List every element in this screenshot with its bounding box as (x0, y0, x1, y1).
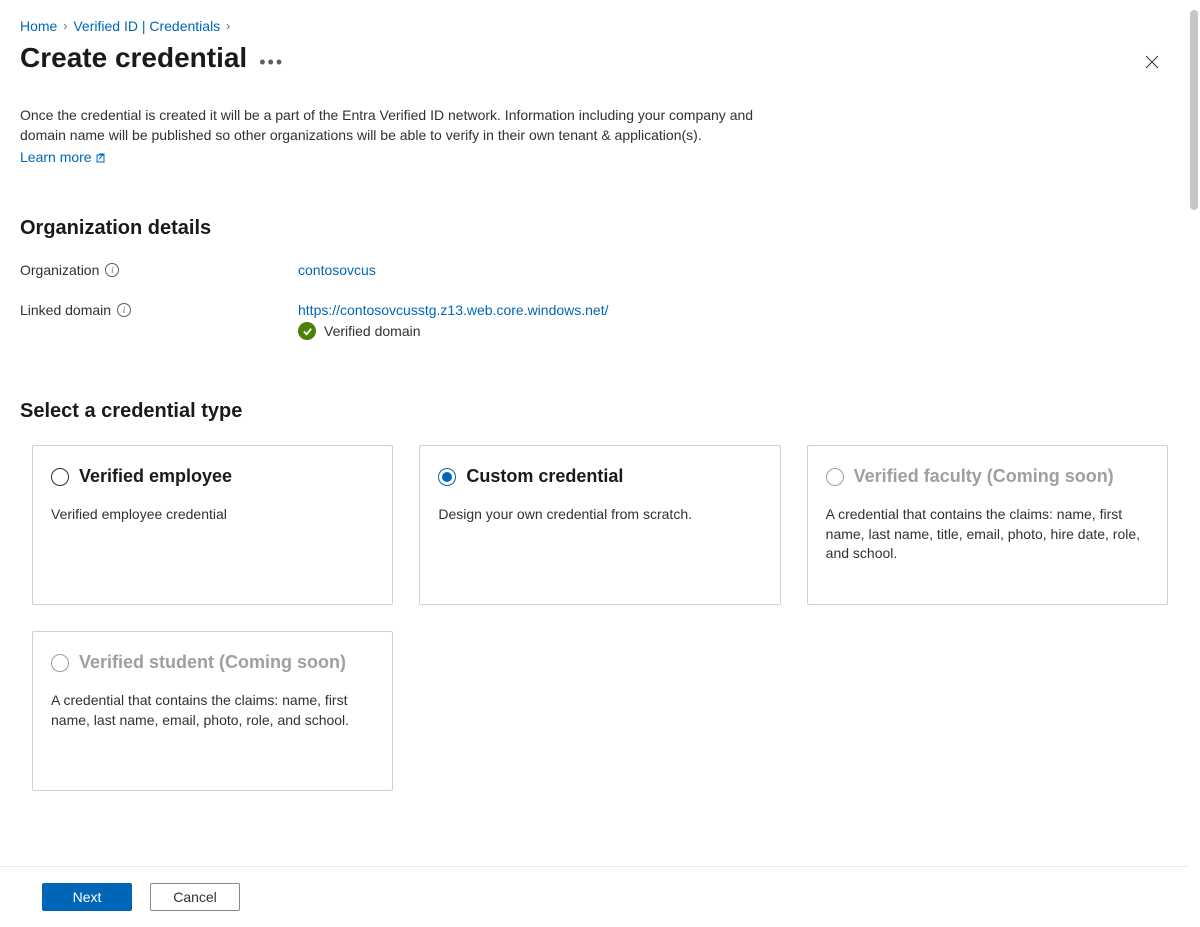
card-desc: Verified employee credential (51, 505, 374, 525)
more-icon[interactable]: ••• (259, 44, 284, 73)
card-desc: Design your own credential from scratch. (438, 505, 761, 525)
chevron-right-icon: › (226, 19, 230, 33)
card-title: Verified faculty (Coming soon) (854, 466, 1114, 487)
info-icon[interactable]: i (117, 303, 131, 317)
breadcrumb-verified-id[interactable]: Verified ID | Credentials (73, 18, 220, 34)
verified-status: Verified domain (298, 322, 1180, 340)
card-title: Custom credential (466, 466, 623, 487)
radio-custom-credential[interactable] (438, 468, 456, 486)
chevron-right-icon: › (63, 19, 67, 33)
card-title: Verified student (Coming soon) (79, 652, 346, 673)
close-button[interactable] (1140, 50, 1164, 74)
org-details-heading: Organization details (20, 217, 1180, 240)
breadcrumb: Home › Verified ID | Credentials › (20, 18, 1180, 34)
card-verified-faculty: Verified faculty (Coming soon) A credent… (807, 445, 1168, 605)
title-row: Create credential ••• (20, 42, 1180, 74)
external-link-icon (96, 151, 108, 163)
learn-more-link[interactable]: Learn more (20, 149, 108, 165)
credential-cards: Verified employee Verified employee cred… (32, 445, 1168, 791)
org-row-organization: Organization i contosovcus (20, 262, 1180, 278)
card-desc: A credential that contains the claims: n… (826, 505, 1149, 564)
card-custom-credential[interactable]: Custom credential Design your own creden… (419, 445, 780, 605)
verified-text: Verified domain (324, 323, 421, 339)
close-icon (1144, 54, 1160, 70)
card-desc: A credential that contains the claims: n… (51, 691, 374, 730)
breadcrumb-home[interactable]: Home (20, 18, 57, 34)
org-row-domain: Linked domain i https://contosovcusstg.z… (20, 302, 1180, 340)
learn-more-label: Learn more (20, 149, 92, 165)
org-label-text: Organization (20, 262, 99, 278)
card-verified-employee[interactable]: Verified employee Verified employee cred… (32, 445, 393, 605)
domain-value: https://contosovcusstg.z13.web.core.wind… (298, 302, 1180, 340)
org-label: Organization i (20, 262, 298, 278)
domain-label: Linked domain i (20, 302, 298, 318)
page-title: Create credential (20, 42, 247, 74)
org-value: contosovcus (298, 262, 1180, 278)
radio-verified-student (51, 654, 69, 672)
linked-domain-link[interactable]: https://contosovcusstg.z13.web.core.wind… (298, 302, 609, 318)
page-description: Once the credential is created it will b… (20, 106, 800, 145)
scrollbar-thumb[interactable] (1190, 10, 1198, 210)
next-button[interactable]: Next (42, 883, 132, 911)
cancel-button[interactable]: Cancel (150, 883, 240, 911)
radio-verified-faculty (826, 468, 844, 486)
info-icon[interactable]: i (105, 263, 119, 277)
domain-label-text: Linked domain (20, 302, 111, 318)
check-circle-icon (298, 322, 316, 340)
card-verified-student: Verified student (Coming soon) A credent… (32, 631, 393, 791)
card-title: Verified employee (79, 466, 232, 487)
select-credential-heading: Select a credential type (20, 400, 1180, 423)
footer-actions: Next Cancel (0, 866, 1188, 927)
organization-link[interactable]: contosovcus (298, 262, 376, 278)
radio-verified-employee[interactable] (51, 468, 69, 486)
